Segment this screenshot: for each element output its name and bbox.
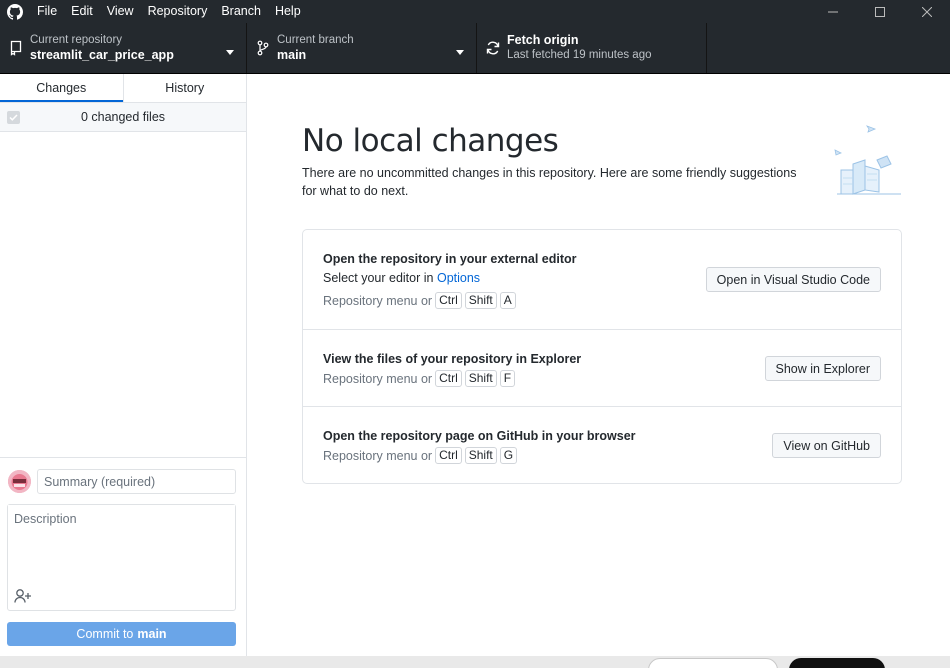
github-logo-icon [0,0,30,23]
keyboard-shortcut: Repository menu or Ctrl Shift G [323,447,518,464]
view-on-github-button[interactable]: View on GitHub [772,433,881,458]
suggestion-open-editor: Open the repository in your external edi… [303,230,901,330]
suggestion-title: Open the repository in your external edi… [323,252,577,266]
menu-branch[interactable]: Branch [214,0,268,23]
menu-view[interactable]: View [100,0,141,23]
suggestion-line: Select your editor in Options [323,271,480,285]
title-bar: File Edit View Repository Branch Help [0,0,950,23]
minimize-icon[interactable] [809,0,856,23]
open-in-editor-button[interactable]: Open in Visual Studio Code [705,267,881,292]
page-title: No local changes [302,123,559,159]
sidebar-tabs: Changes History [0,74,246,103]
repo-icon [0,40,30,56]
key-shift: Shift [464,370,497,387]
fetch-status: Last fetched 19 minutes ago [507,49,652,61]
commit-button[interactable]: Commit to main [7,622,236,646]
select-all-checkbox[interactable] [7,111,20,124]
sync-icon [477,40,507,56]
keyboard-shortcut: Repository menu or Ctrl Shift F [323,370,516,387]
background-pill [789,658,885,668]
key-a: A [499,292,516,309]
keyboard-shortcut: Repository menu or Ctrl Shift A [323,292,516,309]
changed-files-count: 0 changed files [80,110,166,124]
background-window-strip [0,656,950,668]
repository-selector[interactable]: Current repository streamlit_car_price_a… [0,23,247,73]
repo-label: Current repository [30,34,123,46]
suggestion-show-explorer: View the files of your repository in Exp… [303,330,901,407]
window-controls [809,0,950,23]
shortcut-menu-text: Repository menu or [323,371,433,386]
branch-label: Current branch [277,34,354,46]
changes-header: 0 changed files [0,103,246,132]
toolbar: Current repository streamlit_car_price_a… [0,23,950,74]
suggestion-line-text: Select your editor in [323,271,434,285]
key-shift: Shift [464,447,497,464]
fetch-label: Fetch origin [507,33,579,47]
branch-name: main [277,48,307,62]
tab-history[interactable]: History [122,74,247,102]
page-description: There are no uncommitted changes in this… [302,166,797,198]
fetch-origin-button[interactable]: Fetch origin Last fetched 19 minutes ago [477,23,707,73]
key-ctrl: Ctrl [435,292,462,309]
maximize-icon[interactable] [856,0,903,23]
menu-edit[interactable]: Edit [64,0,100,23]
show-in-explorer-button[interactable]: Show in Explorer [764,356,881,381]
menu-repository[interactable]: Repository [141,0,215,23]
git-branch-icon [247,40,277,56]
triangle-down-icon [456,44,464,58]
key-shift: Shift [464,292,497,309]
shortcut-menu-text: Repository menu or [323,448,433,463]
avatar [8,470,31,493]
tab-changes[interactable]: Changes [0,74,123,102]
add-person-icon[interactable] [13,587,33,605]
description-box [7,504,236,611]
key-ctrl: Ctrl [435,447,462,464]
suggestions-list: Open the repository in your external edi… [302,229,902,484]
key-ctrl: Ctrl [435,370,462,387]
menu-bar: File Edit View Repository Branch Help [30,0,308,23]
empty-state-illustration [827,122,907,202]
key-f: F [499,370,516,387]
menu-help[interactable]: Help [268,0,308,23]
repo-name: streamlit_car_price_app [30,48,174,62]
suggestion-title: Open the repository page on GitHub in yo… [323,429,636,443]
triangle-down-icon [226,44,234,58]
description-input[interactable] [8,505,235,585]
options-link[interactable]: Options [437,271,480,285]
suggestion-title: View the files of your repository in Exp… [323,352,582,366]
summary-input[interactable] [37,469,236,494]
key-g: G [499,447,518,464]
commit-prefix: Commit to [76,627,134,641]
background-pill [648,658,778,668]
suggestion-view-github: Open the repository page on GitHub in yo… [303,407,901,483]
sidebar: Changes History 0 changed files Commit t… [0,74,247,656]
commit-form: Commit to main [0,457,246,656]
menu-file[interactable]: File [30,0,64,23]
close-icon[interactable] [903,0,950,23]
commit-branch: main [137,627,167,641]
shortcut-menu-text: Repository menu or [323,293,433,308]
branch-selector[interactable]: Current branch main [247,23,477,73]
main-panel: No local changes There are no uncommitte… [247,74,950,656]
